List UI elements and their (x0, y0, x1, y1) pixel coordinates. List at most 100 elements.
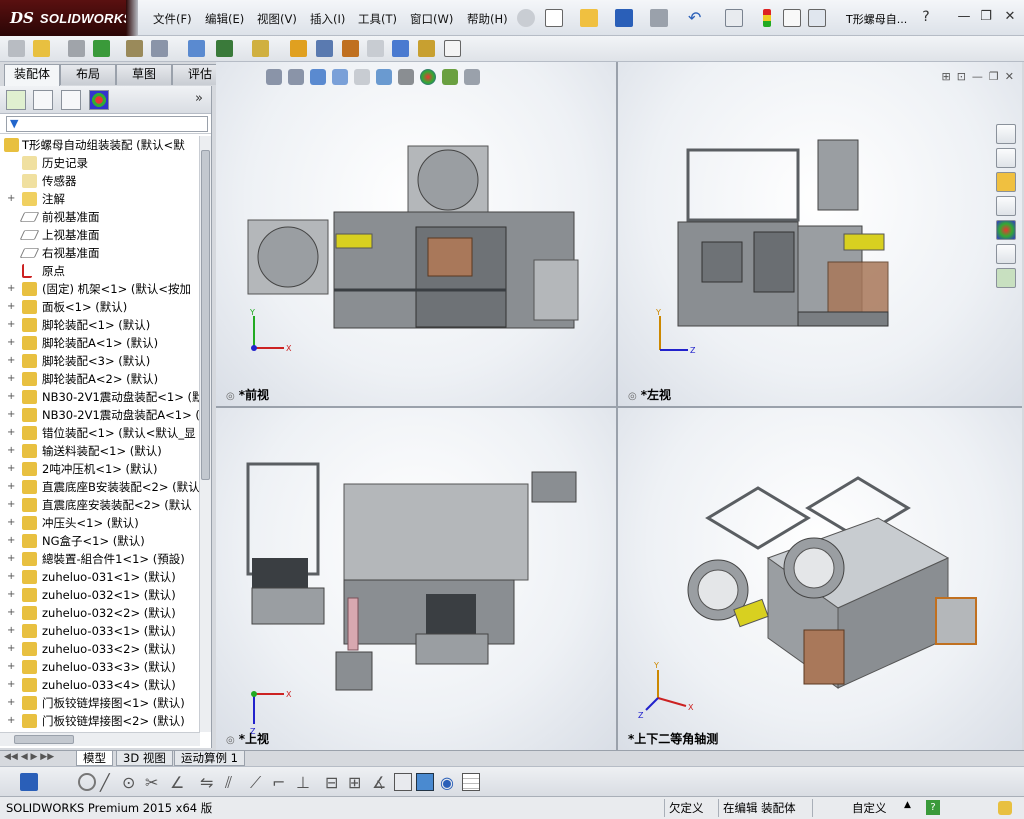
expand-icon[interactable]: + (7, 586, 16, 604)
corner-icon[interactable]: ⌐ (272, 773, 290, 792)
menu-window[interactable]: 窗口(W) (410, 11, 453, 27)
expand-icon[interactable]: + (7, 514, 16, 532)
tab-assembly[interactable]: 装配体 (4, 64, 60, 86)
solidworks-forum-icon[interactable] (996, 268, 1016, 288)
table-icon[interactable] (462, 773, 480, 791)
configuration-manager-tab-icon[interactable] (61, 90, 81, 110)
expand-icon[interactable]: + (7, 424, 16, 442)
expand-icon[interactable]: + (7, 622, 16, 640)
appearances-icon[interactable] (996, 220, 1016, 240)
expand-icon[interactable]: + (7, 388, 16, 406)
tree-item[interactable]: +2吨冲压机<1> (默认) (0, 460, 200, 478)
undo-icon[interactable]: ↶ (688, 9, 706, 27)
mate-icon[interactable] (33, 40, 50, 57)
expand-icon[interactable]: + (7, 478, 16, 496)
tree-item[interactable]: + 面板<1> (默认) (0, 298, 200, 316)
options-icon[interactable] (808, 9, 826, 27)
save-icon[interactable] (20, 773, 38, 791)
file-properties-icon[interactable] (783, 9, 801, 27)
tree-item[interactable]: + 總裝置-組合件1<1> (預設) (0, 550, 200, 568)
tab-model[interactable]: 模型 (76, 751, 113, 766)
mirror-icon[interactable]: ⇋ (200, 773, 218, 792)
expand-icon[interactable]: + (7, 442, 16, 460)
scrollbar-thumb[interactable] (201, 150, 210, 480)
design-library-icon[interactable] (996, 148, 1016, 168)
tree-item[interactable]: + 脚轮装配<3> (默认) (0, 352, 200, 370)
tree-item[interactable]: 上视基准面 (0, 226, 200, 244)
quick-tips-icon[interactable]: ? (926, 800, 940, 815)
expand-icon[interactable]: + (7, 568, 16, 586)
new-motion-study-icon[interactable] (290, 40, 307, 57)
expand-chevron-icon[interactable]: » (195, 91, 203, 106)
expand-icon[interactable]: + (7, 406, 16, 424)
tree-item[interactable]: 历史记录 (0, 154, 200, 172)
expand-icon[interactable]: + (7, 550, 16, 568)
expand-icon[interactable]: + (7, 676, 16, 694)
line-icon[interactable]: ╱ (100, 773, 118, 792)
show-hidden-icon[interactable] (188, 40, 205, 57)
linear-pattern-icon[interactable] (93, 40, 110, 57)
expand-icon[interactable]: + (7, 370, 16, 388)
save-icon[interactable] (615, 9, 633, 27)
move-component-icon[interactable] (151, 40, 168, 57)
tree-item[interactable]: + NG盒子<1> (默认) (0, 532, 200, 550)
tree-item[interactable]: + 直震底座安装装配<2> (默认 (0, 496, 200, 514)
menu-file[interactable]: 文件(F) (153, 11, 192, 27)
close-button[interactable]: ✕ (1002, 9, 1018, 25)
tree-vertical-scrollbar[interactable] (199, 136, 211, 732)
paperclip-icon[interactable] (68, 40, 85, 57)
select-arrow-icon[interactable] (725, 9, 743, 27)
tree-item[interactable]: + zuheluo-031<1> (默认) (0, 568, 200, 586)
assembly-features-icon[interactable] (216, 40, 233, 57)
expand-icon[interactable]: + (7, 352, 16, 370)
tree-item[interactable]: + 注解 (0, 190, 200, 208)
tree-item[interactable]: + 冲压头<1> (默认) (0, 514, 200, 532)
viewport-left[interactable]: ⊞ ⊡ — ❐ ✕ Y Z ◎ *左视 (618, 62, 1022, 406)
tree-item[interactable]: + 输送料装配<1> (默认) (0, 442, 200, 460)
tree-item[interactable]: + zuheluo-033<1> (默认) (0, 622, 200, 640)
viewport-isometric[interactable]: Y X Z *上下二等角轴测 (618, 408, 1022, 750)
tree-item[interactable]: 传感器 (0, 172, 200, 190)
expand-icon[interactable]: + (7, 604, 16, 622)
exploded-view-icon[interactable] (342, 40, 359, 57)
clearance-verification-icon[interactable] (418, 40, 435, 57)
tree-horizontal-scrollbar[interactable] (0, 732, 200, 746)
tree-item[interactable]: + 门板铰链焊接图<1> (默认) (0, 694, 200, 712)
expand-icon[interactable]: + (7, 640, 16, 658)
expand-icon[interactable]: + (7, 298, 16, 316)
traffic-light-icon[interactable] (763, 9, 771, 27)
tree-item[interactable]: 右视基准面 (0, 244, 200, 262)
tab-sketch[interactable]: 草图 (116, 64, 172, 85)
units-dropdown-icon[interactable]: ▲ (904, 800, 911, 810)
feature-manager-tab-icon[interactable] (6, 90, 26, 110)
expand-icon[interactable]: + (7, 316, 16, 334)
offset-icon[interactable]: ⫽ (225, 773, 243, 792)
tab-layout[interactable]: 布局 (60, 64, 116, 85)
grid-icon[interactable]: ⊟ (325, 773, 343, 792)
explode-line-sketch-icon[interactable] (367, 40, 384, 57)
property-manager-tab-icon[interactable] (33, 90, 53, 110)
menu-help[interactable]: 帮助(H) (467, 11, 508, 27)
eye-icon[interactable]: ◎ (628, 391, 637, 402)
tree-item[interactable]: + zuheluo-032<2> (默认) (0, 604, 200, 622)
tree-root[interactable]: T形螺母自动组装装配 (默认<默 (0, 136, 200, 154)
display-manager-tab-icon[interactable] (89, 90, 109, 110)
point-icon[interactable] (78, 773, 96, 791)
tree-item[interactable]: 原点 (0, 262, 200, 280)
pin-icon[interactable] (517, 9, 535, 27)
expand-icon[interactable]: + (7, 532, 16, 550)
construction-icon[interactable]: ⟋ (250, 773, 268, 792)
tree-item[interactable]: + 错位装配<1> (默认<默认_显 (0, 424, 200, 442)
smart-fasteners-icon[interactable] (126, 40, 143, 57)
tree-item[interactable]: 前视基准面 (0, 208, 200, 226)
expand-icon[interactable]: + (7, 460, 16, 478)
tree-item[interactable]: + (固定) 机架<1> (默认<按加 (0, 280, 200, 298)
tree-item[interactable]: + 直震底座B安装装配<2> (默认 (0, 478, 200, 496)
new-document-icon[interactable] (545, 9, 563, 27)
eye-icon[interactable]: ◎ (226, 391, 235, 402)
menu-insert[interactable]: 插入(I) (310, 11, 345, 27)
filter-input[interactable] (6, 116, 208, 132)
solidworks-resources-icon[interactable] (996, 124, 1016, 144)
funnel-icon[interactable]: ▼ (10, 117, 18, 130)
tab-nav-arrows[interactable]: ◀◀ ◀ ▶ ▶▶ (4, 752, 54, 762)
